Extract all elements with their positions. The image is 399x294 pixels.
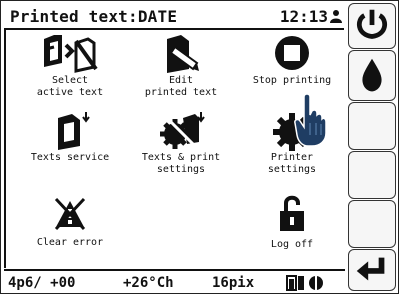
- texts-print-settings-icon: [160, 112, 205, 152]
- sidebar: [348, 3, 396, 291]
- clear-error-button[interactable]: Clear error: [14, 191, 126, 263]
- texts-print-settings-button[interactable]: Texts & print settings: [125, 108, 237, 180]
- tile-label: Select active text: [36, 75, 104, 98]
- clear-error-icon: [54, 197, 86, 231]
- main-menu: Select active text Edit printed text Sto…: [4, 28, 345, 267]
- tile-label: Edit printed text: [144, 75, 218, 98]
- select-active-text-button[interactable]: Select active text: [14, 31, 126, 103]
- ink-level-icon: [286, 275, 323, 291]
- tile-label: Printer settings: [267, 152, 317, 175]
- header-bar: Printed text:DATE 12:13: [4, 4, 344, 30]
- tile-label: Texts service: [30, 152, 110, 163]
- panel-frame: Printed text:DATE 12:13 Select active te…: [0, 0, 399, 294]
- edit-printed-text-button[interactable]: Edit printed text: [125, 31, 237, 103]
- sidebar-empty-button-3[interactable]: [348, 200, 396, 248]
- stop-printing-button[interactable]: Stop printing: [236, 31, 348, 103]
- back-button[interactable]: [348, 249, 396, 291]
- sidebar-empty-button-2[interactable]: [348, 151, 396, 199]
- print-format: 4p6/ +00: [8, 275, 76, 291]
- resolution: 16pix: [212, 275, 255, 291]
- select-active-text-icon: [44, 35, 98, 73]
- printer-settings-button[interactable]: Printer settings: [236, 108, 348, 180]
- return-arrow-icon: [356, 257, 385, 281]
- temperature: +26°Ch: [123, 275, 174, 291]
- texts-service-icon: [58, 112, 90, 150]
- sidebar-empty-button-1[interactable]: [348, 102, 396, 150]
- user-icon: [330, 10, 342, 23]
- padlock-open-icon: [280, 195, 304, 231]
- ink-button[interactable]: [348, 50, 396, 101]
- power-icon: [356, 9, 388, 39]
- ink-drop-icon: [362, 58, 382, 92]
- log-off-button[interactable]: Log off: [236, 191, 348, 263]
- tile-label: Clear error: [36, 237, 104, 248]
- stop-printing-icon: [275, 36, 309, 70]
- power-button[interactable]: [348, 3, 396, 49]
- status-bar: 4p6/ +00 +26°Ch 16pix: [4, 269, 345, 293]
- texts-service-button[interactable]: Texts service: [14, 108, 126, 180]
- edit-printed-text-icon: [167, 35, 199, 73]
- touch-hand-icon: [294, 93, 326, 147]
- tile-label: Log off: [270, 239, 314, 250]
- clock: 12:13: [279, 7, 328, 26]
- page-title: Printed text:DATE: [10, 7, 178, 26]
- tile-label: Texts & print settings: [141, 152, 221, 175]
- tile-label: Stop printing: [252, 75, 332, 86]
